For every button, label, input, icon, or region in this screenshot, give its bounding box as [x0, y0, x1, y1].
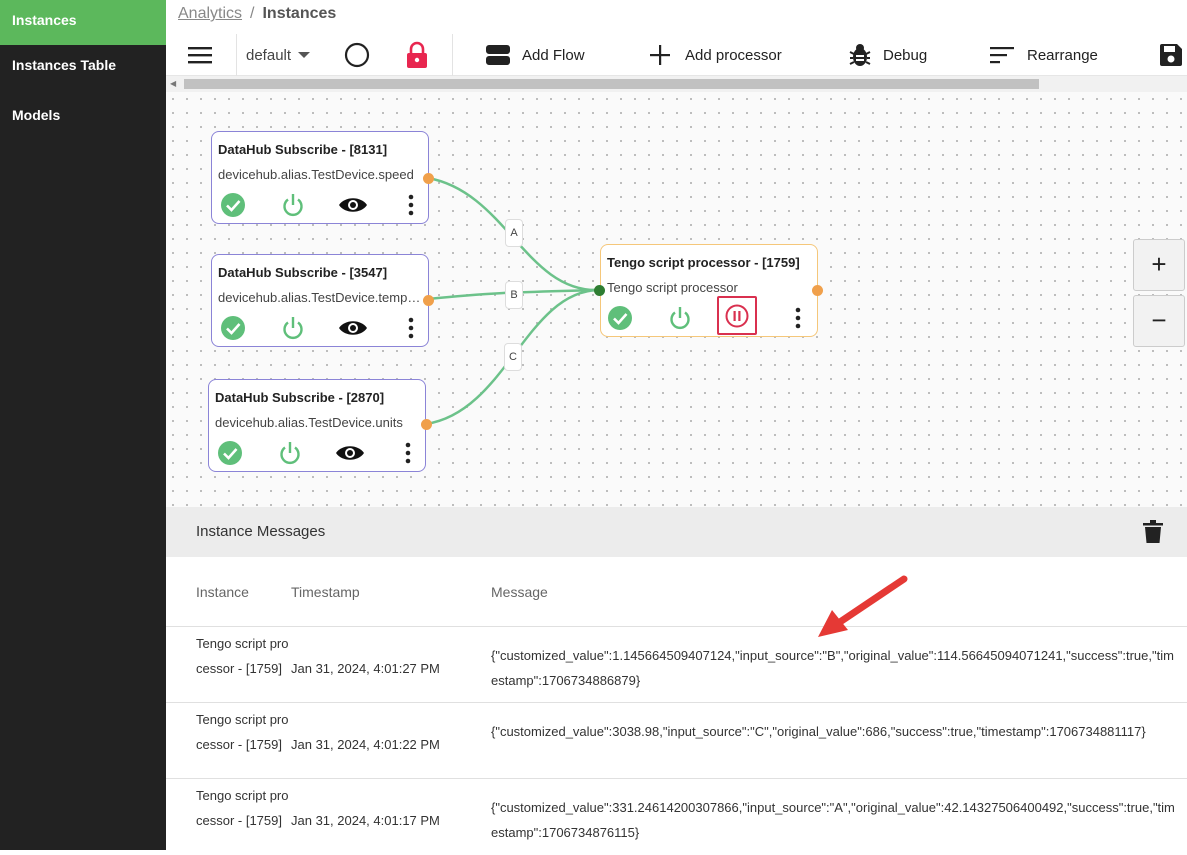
rearrange-button[interactable]: Rearrange: [990, 34, 1098, 76]
instance-messages-title: Instance Messages: [196, 523, 326, 540]
table-row: Tengo script processor - [1759] Jan 31, …: [166, 703, 1187, 779]
pause-button-highlight[interactable]: [717, 296, 757, 335]
power-icon[interactable]: [277, 440, 303, 466]
plus-icon: [650, 45, 670, 65]
row-message: {"customized_value":331.24614200307866,"…: [491, 800, 1175, 840]
table-row: Tengo script processor - [1759] Jan 31, …: [166, 779, 1187, 855]
output-port[interactable]: [423, 173, 434, 184]
rearrange-icon: [990, 47, 1014, 64]
row-timestamp: Jan 31, 2024, 4:01:17 PM: [291, 813, 440, 828]
input-port[interactable]: [594, 285, 605, 296]
zoom-in-button[interactable]: +: [1133, 239, 1185, 291]
circle-outline-icon: [344, 42, 370, 68]
lock-icon: [407, 41, 427, 68]
node-subtitle: Tengo script processor: [607, 280, 738, 295]
floppy-disk-icon: [1160, 44, 1182, 66]
column-header-message[interactable]: Message: [491, 584, 548, 600]
sidebar-item-instances-table[interactable]: Instances Table: [0, 45, 166, 95]
wire-label-c: C: [504, 343, 522, 371]
zoom-out-button[interactable]: −: [1133, 295, 1185, 347]
debug-button[interactable]: Debug: [849, 34, 927, 76]
eye-icon[interactable]: [335, 440, 365, 466]
column-header-timestamp[interactable]: Timestamp: [291, 584, 360, 600]
scrollbar-thumb[interactable]: [184, 79, 1039, 89]
node-subtitle: devicehub.alias.TestDevice.speed: [218, 167, 414, 182]
output-port[interactable]: [812, 285, 823, 296]
eye-icon[interactable]: [338, 315, 368, 341]
messages-table-header: Instance Timestamp Message: [166, 557, 1187, 627]
flow-node-datahub-3547[interactable]: DataHub Subscribe - [3547] devicehub.ali…: [211, 254, 434, 347]
sidebar-item-instances[interactable]: Instances: [0, 0, 166, 45]
toolbar: default Add Flow Add processor Debug Rea…: [166, 34, 1187, 76]
node-subtitle: devicehub.alias.TestDevice.units: [215, 415, 403, 430]
row-message: {"customized_value":3038.98,"input_sourc…: [491, 724, 1146, 739]
add-flow-icon: [486, 45, 510, 65]
flow-select-value: default: [246, 46, 292, 64]
bug-icon: [849, 44, 871, 66]
node-title: DataHub Subscribe - [8131]: [218, 142, 388, 157]
check-circle-icon[interactable]: [220, 192, 246, 218]
row-instance: Tengo script processor - [1759]: [196, 636, 289, 676]
horizontal-scrollbar[interactable]: ◀: [166, 76, 1187, 92]
row-timestamp: Jan 31, 2024, 4:01:22 PM: [291, 737, 440, 752]
instance-messages-header: Instance Messages: [166, 507, 1187, 557]
row-timestamp: Jan 31, 2024, 4:01:27 PM: [291, 661, 440, 676]
node-subtitle: devicehub.alias.TestDevice.temperature: [218, 290, 422, 305]
flow-canvas[interactable]: A B C DataHub Subscribe - [8131] deviceh…: [166, 92, 1187, 507]
sidebar-item-models[interactable]: Models: [0, 95, 166, 145]
power-icon[interactable]: [280, 192, 306, 218]
more-vertical-icon[interactable]: [403, 440, 413, 466]
scroll-left-arrow-icon[interactable]: ◀: [170, 79, 176, 88]
check-circle-icon[interactable]: [607, 305, 633, 331]
flow-node-tengo-processor-1759[interactable]: Tengo script processor - [1759] Tengo sc…: [594, 244, 823, 337]
sidebar: Instances Instances Table Models: [0, 0, 166, 850]
add-processor-button[interactable]: Add processor: [650, 34, 782, 76]
lock-button[interactable]: [406, 34, 428, 76]
breadcrumb-separator: /: [250, 5, 255, 22]
annotation-arrow-icon: [818, 575, 908, 637]
breadcrumb-analytics-link[interactable]: Analytics: [178, 5, 242, 22]
row-instance: Tengo script processor - [1759]: [196, 712, 289, 752]
breadcrumb: Analytics / Instances: [178, 5, 336, 23]
trash-icon[interactable]: [1143, 520, 1163, 544]
toolbar-divider: [236, 34, 237, 76]
row-instance: Tengo script processor - [1759]: [196, 788, 289, 828]
status-toggle-button[interactable]: [344, 34, 370, 76]
power-icon[interactable]: [667, 305, 693, 331]
pause-circle-icon: [725, 304, 749, 328]
more-vertical-icon[interactable]: [406, 315, 416, 341]
more-vertical-icon[interactable]: [793, 305, 803, 331]
debug-label: Debug: [883, 46, 928, 64]
output-port[interactable]: [421, 419, 432, 430]
wire-label-a: A: [505, 219, 523, 247]
flow-node-datahub-2870[interactable]: DataHub Subscribe - [2870] devicehub.ali…: [208, 379, 432, 472]
add-processor-label: Add processor: [685, 46, 782, 64]
output-port[interactable]: [423, 295, 434, 306]
menu-button[interactable]: [188, 34, 214, 76]
breadcrumb-current: Instances: [262, 5, 337, 22]
add-flow-label: Add Flow: [522, 46, 585, 64]
save-button[interactable]: [1159, 34, 1183, 76]
node-title: DataHub Subscribe - [3547]: [218, 265, 388, 280]
rearrange-label: Rearrange: [1027, 46, 1098, 64]
main-area: Analytics / Instances default Add Flow Add…: [166, 0, 1187, 850]
wire-label-b: B: [505, 281, 523, 309]
chevron-down-icon: [298, 52, 311, 58]
flow-select[interactable]: default: [246, 34, 311, 76]
node-title: Tengo script processor - [1759]: [607, 255, 800, 270]
flow-node-datahub-8131[interactable]: DataHub Subscribe - [8131] devicehub.ali…: [211, 131, 434, 224]
more-vertical-icon[interactable]: [406, 192, 416, 218]
check-circle-icon[interactable]: [220, 315, 246, 341]
check-circle-icon[interactable]: [217, 440, 243, 466]
power-icon[interactable]: [280, 315, 306, 341]
row-message: {"customized_value":1.145664509407124,"i…: [491, 648, 1174, 688]
hamburger-menu-icon: [188, 47, 212, 64]
node-title: DataHub Subscribe - [2870]: [215, 390, 385, 405]
column-header-instance[interactable]: Instance: [196, 584, 249, 600]
eye-icon[interactable]: [338, 192, 368, 218]
add-flow-button[interactable]: Add Flow: [486, 34, 585, 76]
toolbar-divider: [452, 34, 453, 76]
table-row: Tengo script processor - [1759] Jan 31, …: [166, 627, 1187, 703]
